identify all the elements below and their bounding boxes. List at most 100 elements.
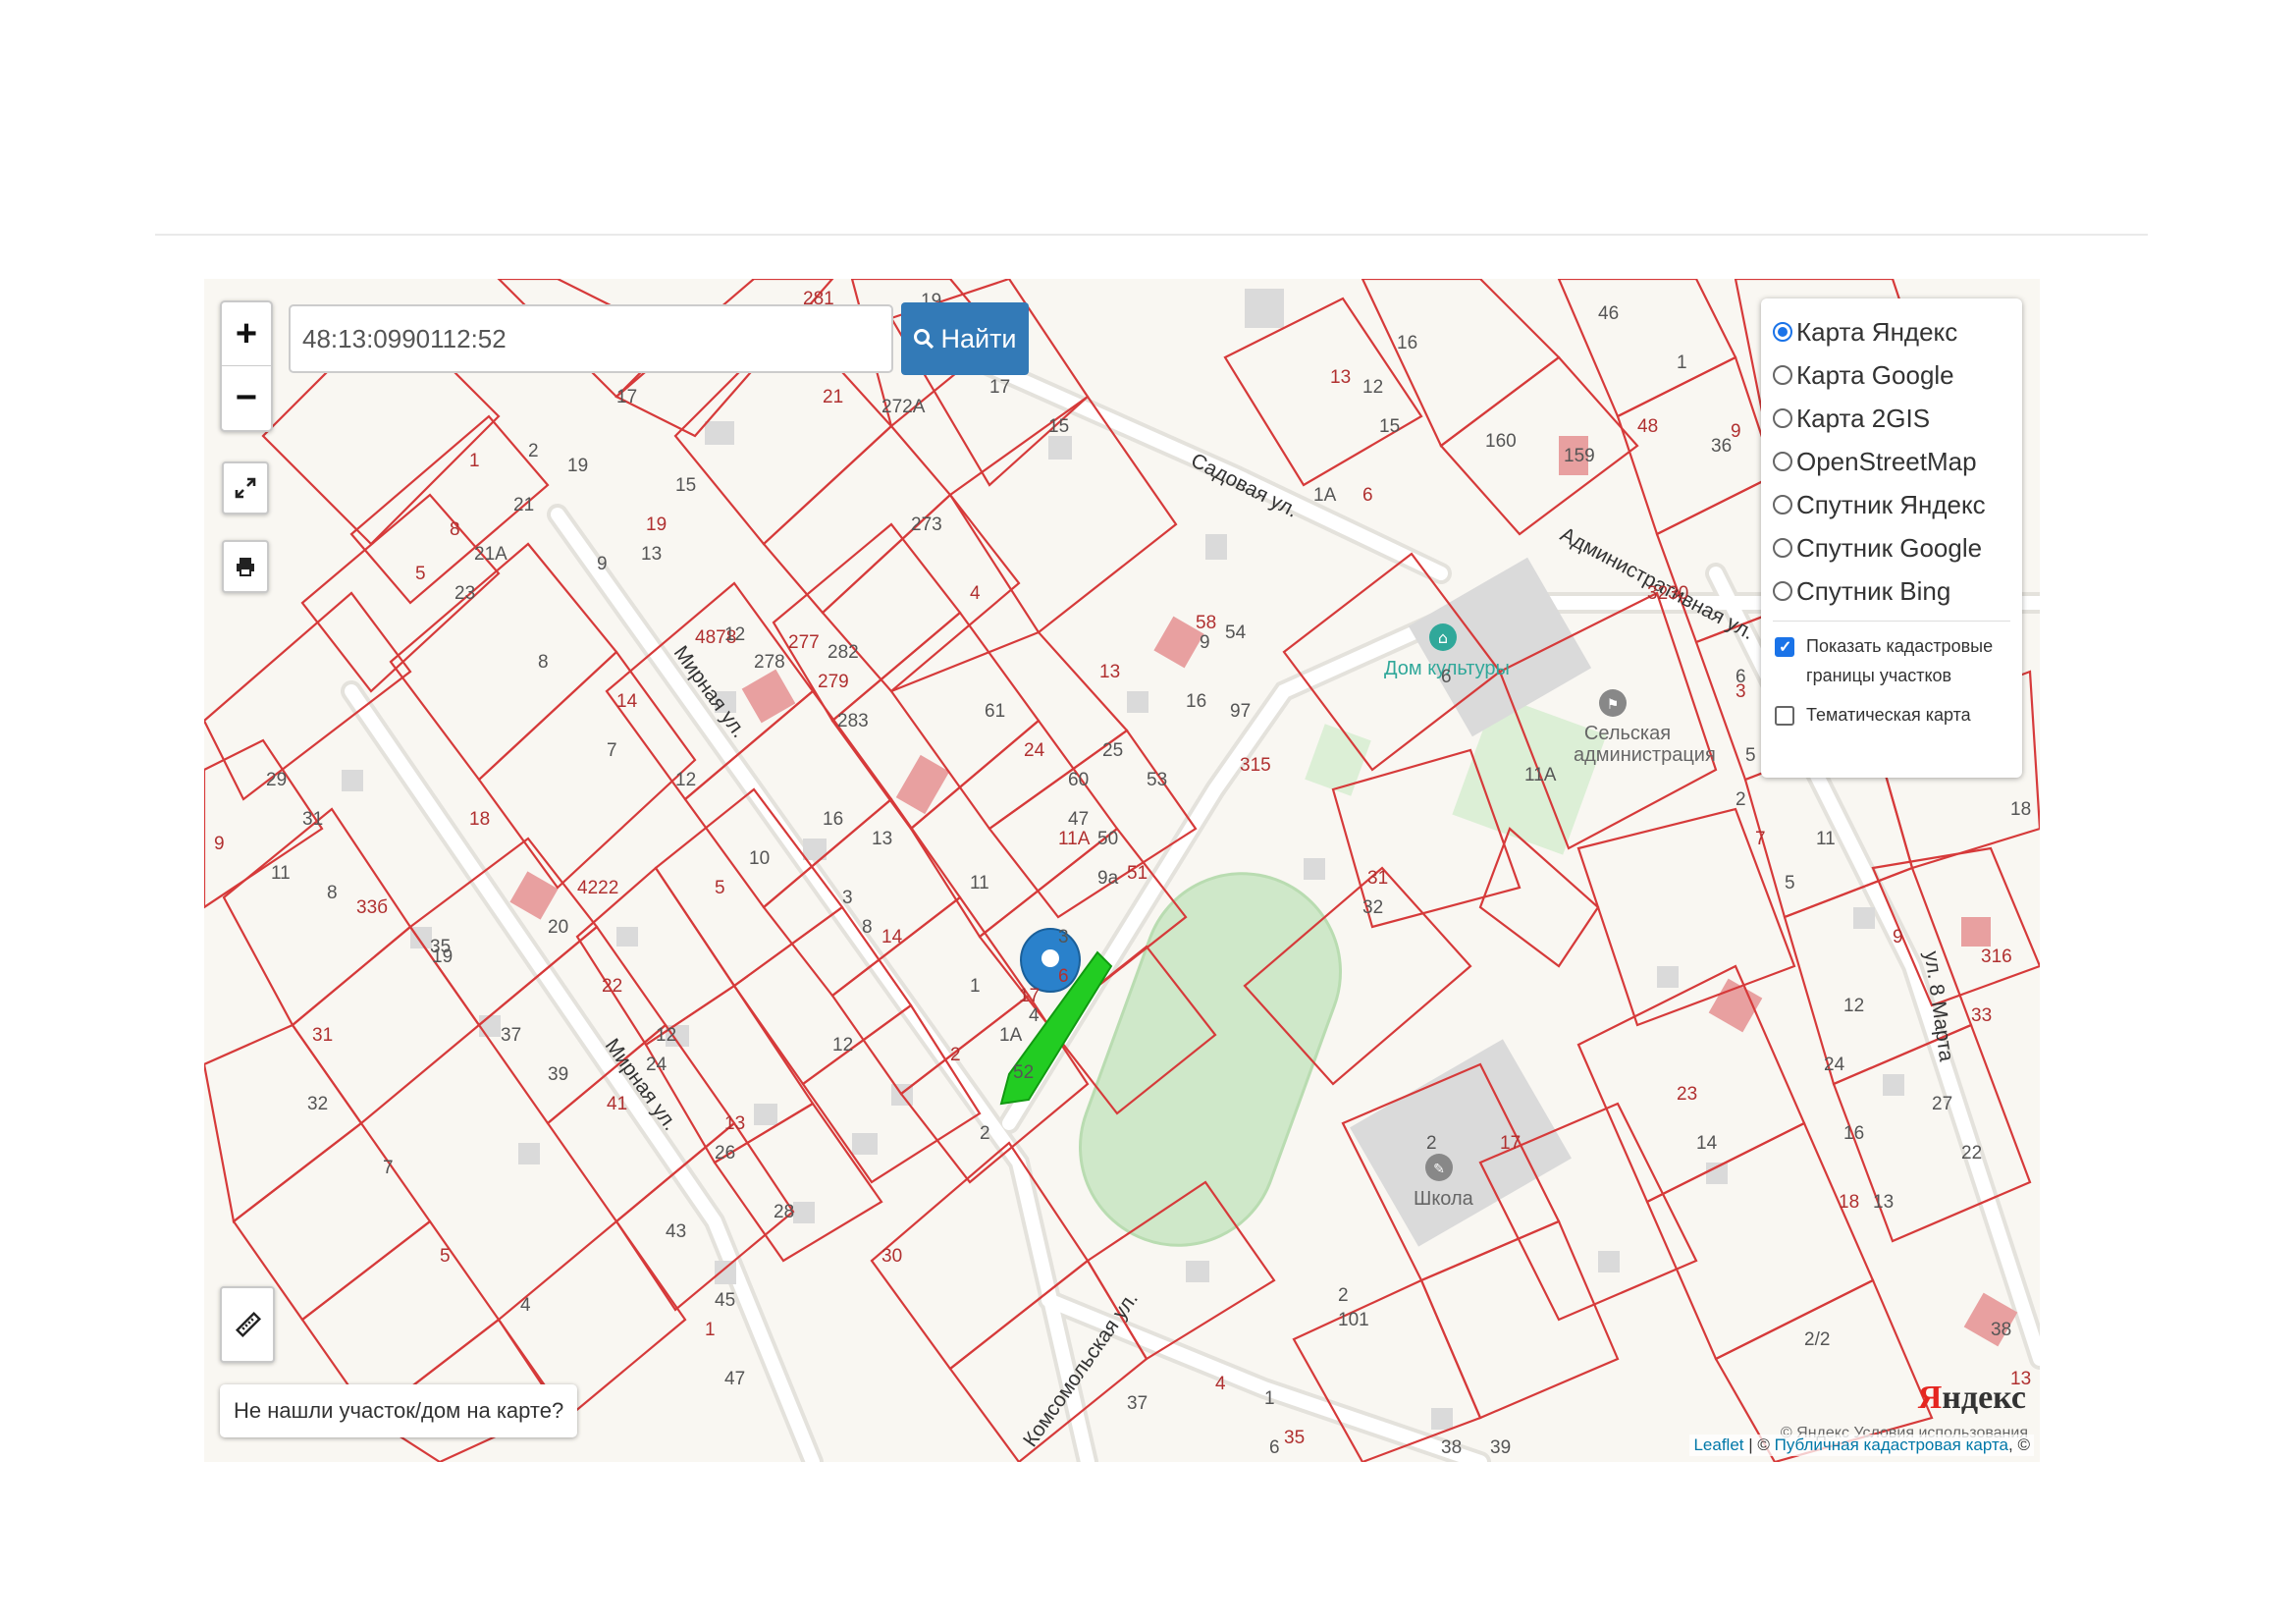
plot-number: 2 [950, 1045, 961, 1065]
leaflet-link[interactable]: Leaflet [1693, 1435, 1743, 1454]
layer-radio[interactable] [1773, 452, 1792, 471]
plot-number: 22 [602, 976, 623, 997]
plot-number: 2 [1338, 1285, 1349, 1306]
plot-number: 1 [1264, 1388, 1275, 1409]
plot-number: 50 [1097, 829, 1119, 849]
page-divider [155, 234, 2148, 236]
not-found-button[interactable]: Не нашли участок/дом на карте? [220, 1384, 578, 1437]
thematic-map-toggle[interactable]: Тематическая карта [1773, 700, 2010, 730]
plot-number: 14 [616, 691, 638, 712]
plot-number: 54 [1225, 623, 1247, 643]
plot-number: 13 [1099, 662, 1121, 682]
yandex-logo-rest: ндекс [1942, 1380, 2026, 1416]
plot-number: 14 [881, 927, 903, 947]
plot-number: 58 [1196, 613, 1217, 633]
plot-number: 1А [999, 1025, 1023, 1046]
zoom-in-button[interactable]: + [222, 302, 271, 366]
plot-number: 43 [666, 1221, 687, 1242]
plot-number: 4 [1215, 1374, 1226, 1394]
plot-number: 16 [1186, 691, 1207, 712]
plot-number: 6 [1269, 1437, 1280, 1458]
plot-number: 9 [597, 554, 608, 574]
ruler-icon [235, 1311, 262, 1338]
layer-option-label: Карта 2GIS [1796, 403, 1931, 433]
attribution-tail: , © [2008, 1435, 2030, 1454]
plot-number: 19 [432, 947, 454, 967]
plot-number: 25 [1102, 740, 1124, 761]
plot-number: 12 [675, 770, 697, 790]
layer-option[interactable]: Карта 2GIS [1773, 397, 2010, 440]
measure-button[interactable] [220, 1286, 275, 1363]
plot-number: 9 [1200, 632, 1210, 653]
layer-option[interactable]: Спутник Google [1773, 526, 2010, 569]
plot-number: 17 [1019, 986, 1041, 1006]
plot-number: 17 [1500, 1133, 1522, 1154]
expand-icon [235, 477, 256, 499]
plot-number: 26 [715, 1143, 736, 1164]
plot-number: 279 [818, 672, 849, 692]
layer-option[interactable]: Спутник Bing [1773, 569, 2010, 613]
plot-number: 41 [607, 1094, 628, 1114]
plot-number: 272А [881, 397, 926, 417]
plot-number: 7 [383, 1158, 394, 1178]
layer-option-label: OpenStreetMap [1796, 446, 1977, 476]
pkk-link[interactable]: Публичная кадастровая карта [1775, 1435, 2008, 1454]
plot-number: 11А [1058, 829, 1091, 849]
cadastral-search-input[interactable] [289, 304, 893, 373]
plot-number: 10 [749, 848, 771, 869]
plot-number: 12 [832, 1035, 854, 1056]
cadastral-borders-checkbox[interactable] [1775, 633, 1794, 663]
plot-number: 97 [1230, 701, 1252, 722]
zoom-out-button[interactable]: − [222, 366, 271, 429]
plot-number: 1А [1313, 485, 1337, 506]
plot-number: 12 [1362, 377, 1384, 398]
layer-option[interactable]: Спутник Яндекс [1773, 483, 2010, 526]
fullscreen-button[interactable] [222, 461, 269, 514]
plot-number: 13 [1873, 1192, 1895, 1213]
plot-number: 5 [440, 1246, 451, 1267]
plot-number: 8 [538, 652, 549, 673]
plot-number: 33б [356, 897, 389, 918]
plot-number: 6 [1058, 966, 1069, 987]
layer-option[interactable]: OpenStreetMap [1773, 440, 2010, 483]
plot-number: 273 [911, 514, 942, 535]
plot-number: 31 [302, 809, 324, 830]
layer-radio[interactable] [1773, 408, 1792, 428]
plot-number: 32 [1362, 897, 1384, 918]
plot-number: 19 [567, 456, 589, 476]
plot-number: 277 [788, 632, 820, 653]
plot-number: 316 [1981, 947, 2012, 967]
print-button[interactable] [222, 540, 269, 593]
layer-option[interactable]: Карта Google [1773, 353, 2010, 397]
attribution-sep: | © [1743, 1435, 1775, 1454]
location-marker-icon [1019, 927, 1082, 994]
plot-number: 15 [1048, 416, 1070, 437]
layer-option[interactable]: Карта Яндекс [1773, 310, 2010, 353]
plot-number: 22 [1961, 1143, 1983, 1164]
plot-number: 61 [985, 701, 1006, 722]
plot-number: 12 [1843, 996, 1865, 1016]
layer-radio[interactable] [1773, 538, 1792, 558]
layer-radio[interactable] [1773, 581, 1792, 601]
plot-number: 31 [1367, 868, 1389, 889]
plot-number: 1 [469, 451, 480, 471]
plot-number: 37 [501, 1025, 522, 1046]
plot-number: 33 [1971, 1005, 1993, 1026]
layers-separator [1773, 621, 2010, 622]
plot-number: 1 [970, 976, 981, 997]
cadastral-borders-toggle[interactable]: Показать кадастровые границы участков [1773, 631, 2010, 690]
plot-number: 23 [454, 583, 476, 604]
plot-number: 51 [1127, 863, 1148, 884]
plot-number: 8 [327, 883, 338, 903]
map-container[interactable]: ⌂ ⚑ ✎ Мирная ул. Мирная ул. Садовая ул. … [204, 279, 2040, 1462]
layer-radio[interactable] [1773, 495, 1792, 514]
plot-number: 27 [1932, 1094, 1953, 1114]
thematic-map-checkbox[interactable] [1775, 706, 1794, 726]
find-button[interactable]: Найти [901, 302, 1029, 375]
plot-number: 315 [1240, 755, 1271, 776]
layer-radio[interactable] [1773, 365, 1792, 385]
layer-radio[interactable] [1773, 322, 1792, 342]
plot-number: 7 [1755, 829, 1766, 849]
plot-number: 47 [1068, 809, 1090, 830]
plot-number: 24 [646, 1055, 667, 1075]
